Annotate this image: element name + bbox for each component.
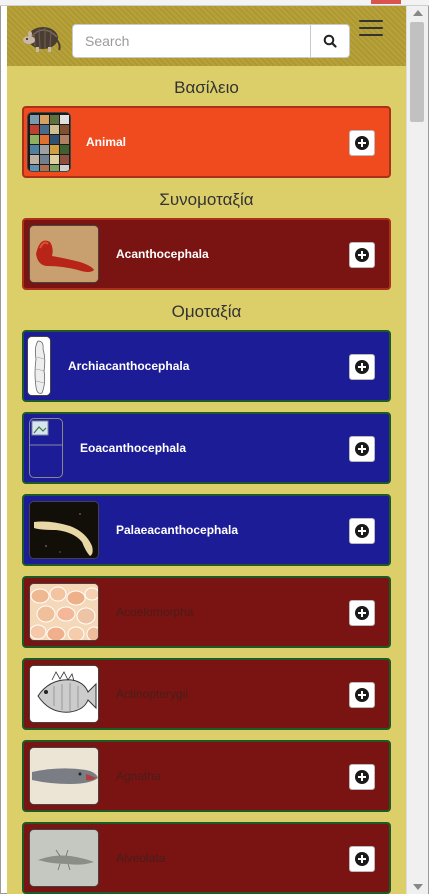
scroll-down-icon[interactable] <box>413 884 423 890</box>
add-button[interactable] <box>349 518 375 544</box>
cells-icon <box>30 584 98 640</box>
micro-organism-thumbnail <box>29 829 99 887</box>
section-title-class: Ομοταξία <box>171 302 242 321</box>
red-worm-thumbnail <box>29 225 99 283</box>
taxon-label: Alveolata <box>116 851 166 865</box>
add-button[interactable] <box>349 436 375 462</box>
taxon-label: Animal <box>86 135 127 149</box>
scroll-up-icon[interactable] <box>413 10 423 16</box>
taxon-card-actinopterygii[interactable]: Actinopterygii <box>22 658 391 730</box>
micro-organism-icon <box>30 830 98 886</box>
menu-line-icon <box>359 34 383 36</box>
worm-drawing-thumbnail <box>27 336 51 396</box>
plus-circle-icon <box>355 442 369 456</box>
search-button[interactable] <box>310 25 349 57</box>
vertical-scrollbar[interactable] <box>406 6 428 894</box>
animal-collage-thumbnail <box>27 112 71 172</box>
fish-drawing-thumbnail <box>29 665 99 723</box>
taxon-card-acoelomorpha[interactable]: Acoelomorpha <box>22 576 391 648</box>
broken-image-thumbnail <box>29 418 63 478</box>
scrollbar-thumb[interactable] <box>410 22 424 122</box>
section-title-kingdom: Βασίλειο <box>174 78 239 97</box>
menu-line-icon <box>359 20 383 22</box>
taxon-label: Acoelomorpha <box>116 605 194 619</box>
animal-collage-icon <box>30 115 69 171</box>
taxon-card-alveolata[interactable]: Alveolata <box>22 822 391 894</box>
add-button[interactable] <box>349 682 375 708</box>
search-icon <box>323 34 337 48</box>
taxon-card-acanthocephala[interactable]: Acanthocephala <box>22 218 391 290</box>
plus-circle-icon <box>355 688 369 702</box>
plus-circle-icon <box>355 248 369 262</box>
lamprey-photo-thumbnail <box>29 747 99 805</box>
taxon-card-archiacanthocephala[interactable]: Archiacanthocephala <box>22 330 391 402</box>
broken-image-icon <box>30 420 62 446</box>
armadillo-logo-icon[interactable] <box>21 18 61 54</box>
plus-circle-icon <box>355 852 369 866</box>
add-button[interactable] <box>349 354 375 380</box>
taxon-card-palaeacanthocephala[interactable]: Palaeacanthocephala <box>22 494 391 566</box>
add-button[interactable] <box>349 846 375 872</box>
taxon-card-animal[interactable]: Animal <box>22 106 391 178</box>
plus-circle-icon <box>355 606 369 620</box>
taxon-label: Eoacanthocephala <box>80 441 187 455</box>
add-button[interactable] <box>349 764 375 790</box>
peach-cells-thumbnail <box>29 583 99 641</box>
plus-circle-icon <box>355 770 369 784</box>
taxon-label: Palaeacanthocephala <box>116 523 239 537</box>
add-button[interactable] <box>349 130 375 156</box>
taxon-card-eoacanthocephala[interactable]: Eoacanthocephala <box>22 412 391 484</box>
search-input[interactable] <box>73 25 311 57</box>
taxon-card-agnatha[interactable]: Agnatha <box>22 740 391 812</box>
hamburger-menu-button[interactable] <box>359 20 383 38</box>
notification-tab <box>371 0 401 4</box>
search-box <box>72 24 350 58</box>
add-button[interactable] <box>349 242 375 268</box>
worm-drawing-icon <box>28 337 50 395</box>
lamprey-icon <box>30 748 98 804</box>
fish-icon <box>30 666 98 722</box>
pale-worm-thumbnail <box>29 501 99 559</box>
section-title-phylum: Συνομοταξία <box>159 190 254 209</box>
plus-circle-icon <box>355 524 369 538</box>
add-button[interactable] <box>349 600 375 626</box>
header-bar <box>7 6 406 66</box>
pale-worm-icon <box>30 502 98 558</box>
menu-line-icon <box>359 27 383 29</box>
plus-circle-icon <box>355 136 369 150</box>
worm-icon <box>30 226 98 282</box>
taxon-label: Agnatha <box>116 769 161 783</box>
taxon-label: Actinopterygii <box>116 687 189 701</box>
app-container: Βασίλειο Animal Συνομοταξία Acanthocep <box>7 6 406 894</box>
plus-circle-icon <box>355 360 369 374</box>
taxon-label: Acanthocephala <box>116 247 209 261</box>
taxon-label: Archiacanthocephala <box>68 359 190 373</box>
